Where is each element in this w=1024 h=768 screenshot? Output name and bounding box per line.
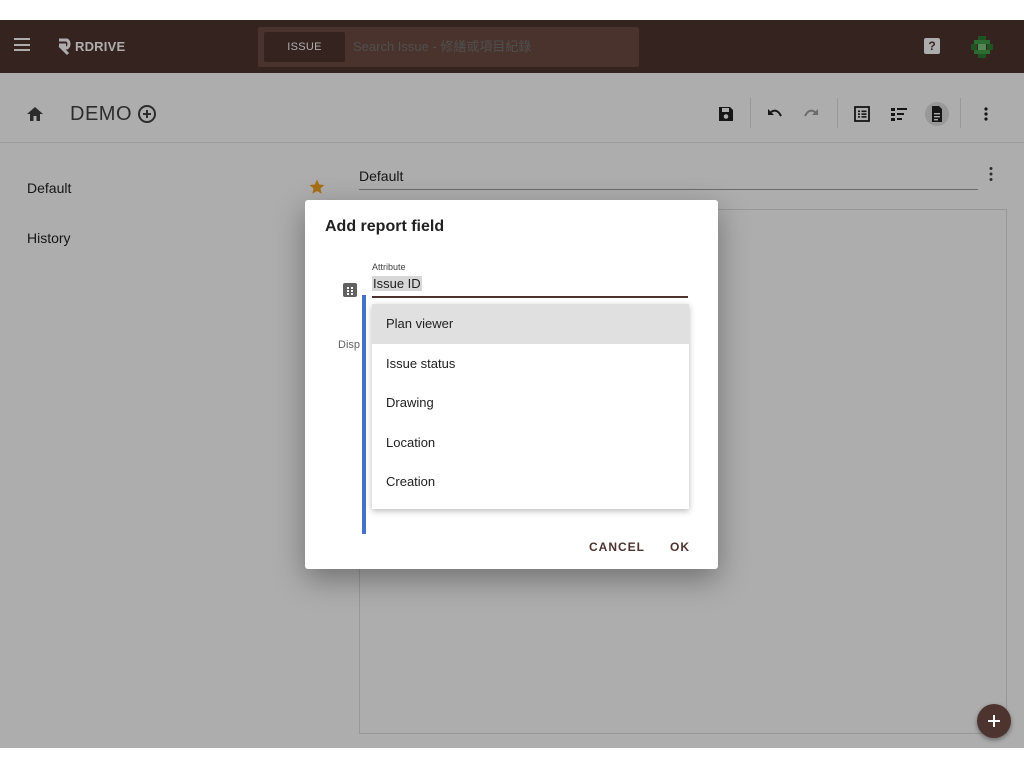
dropdown-option-plan-viewer[interactable]: Plan viewer bbox=[372, 304, 689, 344]
display-label: Disp bbox=[338, 339, 361, 351]
selection-bar bbox=[362, 295, 366, 534]
add-fab-button[interactable] bbox=[977, 704, 1011, 738]
dropdown-option-drawing[interactable]: Drawing bbox=[372, 383, 689, 423]
cancel-button[interactable]: CANCEL bbox=[589, 540, 645, 554]
add-report-field-dialog: Add report field Attribute Issue ID Disp… bbox=[305, 200, 718, 569]
attribute-value: Issue ID bbox=[372, 276, 422, 291]
ok-button[interactable]: OK bbox=[670, 540, 690, 554]
app-window: RDRIVE ISSUE ? DEMO bbox=[0, 20, 1024, 748]
attribute-underline bbox=[372, 296, 688, 298]
attribute-label: Attribute bbox=[372, 262, 406, 272]
dropdown-option-issue-status[interactable]: Issue status bbox=[372, 344, 689, 384]
dialog-title: Add report field bbox=[325, 218, 445, 235]
dropdown-option-location[interactable]: Location bbox=[372, 423, 689, 463]
dropdown-option-creation[interactable]: Creation bbox=[372, 462, 689, 502]
attribute-select[interactable]: Issue ID bbox=[372, 276, 422, 291]
attribute-icon bbox=[343, 283, 357, 297]
attribute-dropdown-menu: Plan viewer Issue status Drawing Locatio… bbox=[372, 304, 689, 509]
